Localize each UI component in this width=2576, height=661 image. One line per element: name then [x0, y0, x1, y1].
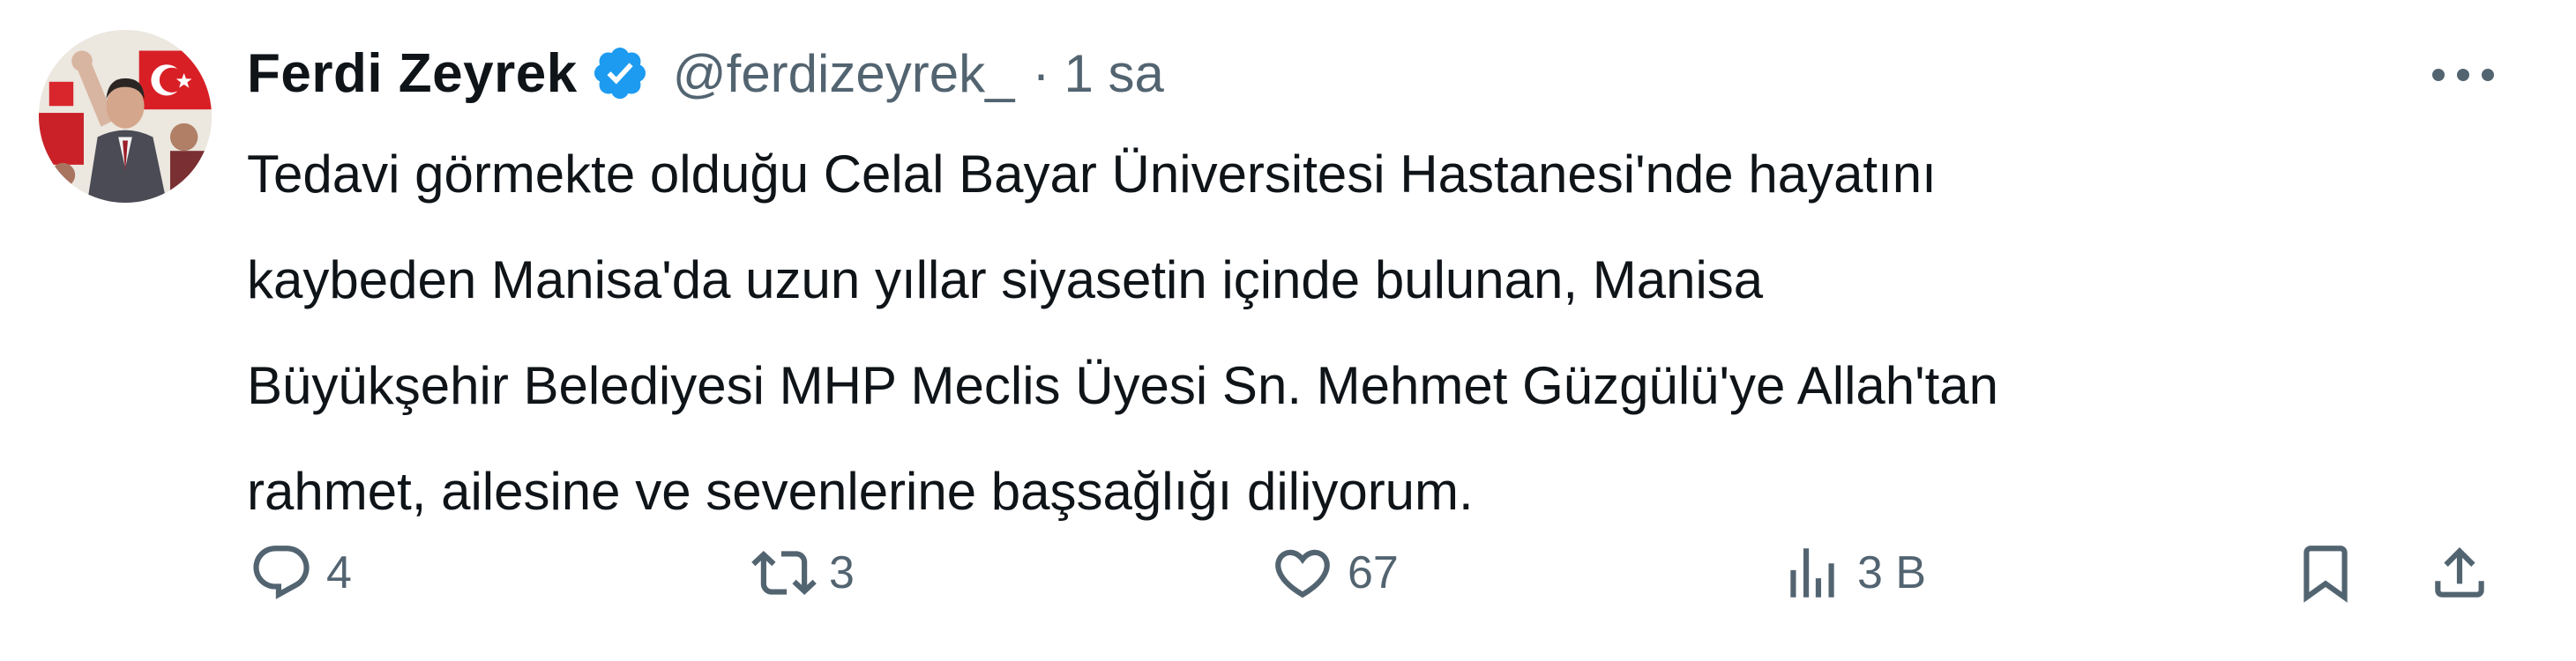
more-horizontal-icon — [2432, 69, 2494, 81]
analytics-icon — [1780, 540, 1845, 605]
reply-button[interactable]: 4 — [249, 533, 352, 613]
share-button[interactable] — [2427, 533, 2492, 613]
more-options-button[interactable] — [2415, 44, 2512, 106]
reply-count: 4 — [326, 547, 352, 598]
views-button[interactable]: 3 B — [1780, 533, 1926, 613]
tweet-header: Ferdi Zeyrek @ferdizeyrek_ · 1 sa — [247, 33, 1164, 113]
tweet-text-line: kaybeden Manisa'da uzun yıllar siyasetin… — [247, 250, 1764, 309]
heart-icon — [1270, 540, 1335, 605]
tweet-card[interactable]: Ferdi Zeyrek @ferdizeyrek_ · 1 sa Tedavi… — [0, 0, 2576, 661]
author-handle[interactable]: @ferdizeyrek_ — [673, 43, 1015, 104]
share-icon — [2427, 540, 2492, 605]
views-count: 3 B — [1857, 547, 1927, 598]
reply-icon — [249, 540, 314, 605]
tweet-text-line: Tedavi görmekte olduğu Celal Bayar Ünive… — [247, 145, 1937, 204]
like-button[interactable]: 67 — [1270, 533, 1399, 613]
author-display-name[interactable]: Ferdi Zeyrek — [247, 42, 578, 105]
header-separator: · — [1032, 43, 1050, 103]
retweet-button[interactable]: 3 — [751, 533, 855, 613]
bookmark-button[interactable] — [2293, 533, 2358, 613]
avatar[interactable] — [39, 30, 212, 203]
retweet-count: 3 — [829, 547, 855, 598]
tweet-text: Tedavi görmekte olduğu Celal Bayar Ünive… — [247, 122, 2505, 545]
tweet-timestamp[interactable]: 1 sa — [1064, 43, 1163, 104]
tweet-text-line: rahmet, ailesine ve sevenlerine başsağlı… — [247, 462, 1474, 521]
bookmark-icon — [2293, 540, 2358, 605]
tweet-text-line: Büyükşehir Belediyesi MHP Meclis Üyesi S… — [247, 356, 1999, 415]
like-count: 67 — [1348, 547, 1399, 598]
verified-badge-icon[interactable] — [590, 43, 650, 103]
retweet-icon — [751, 540, 817, 605]
